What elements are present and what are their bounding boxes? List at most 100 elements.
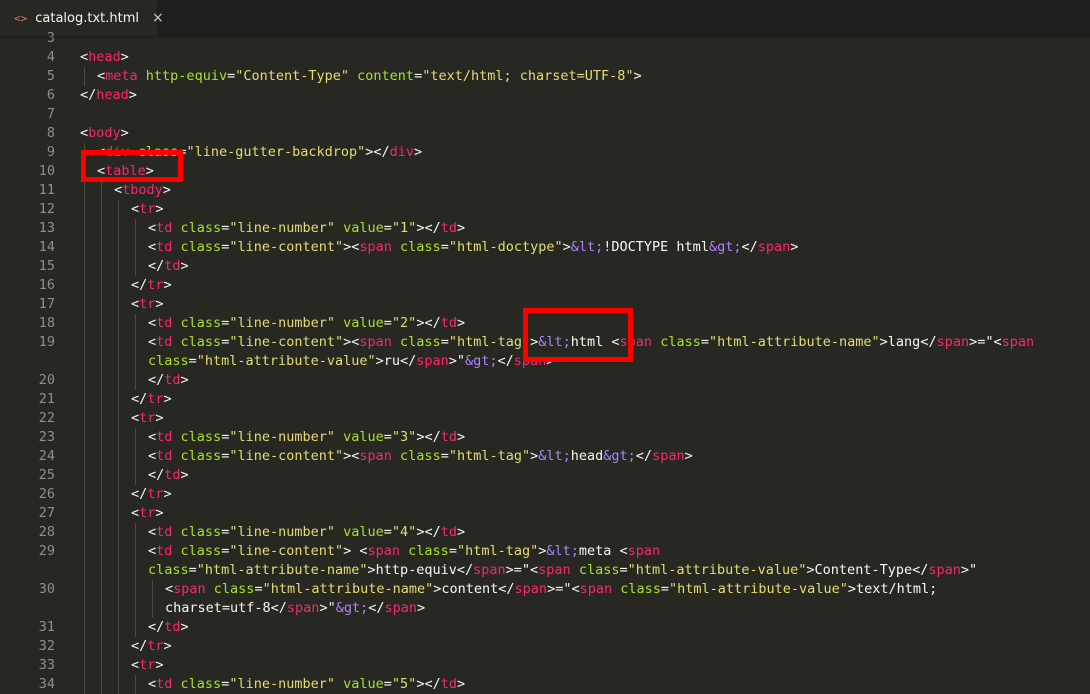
- code-token: =: [448, 543, 457, 559]
- code-token: td: [440, 220, 457, 236]
- code-token: "line-content": [229, 543, 344, 559]
- close-icon[interactable]: ×: [152, 10, 164, 26]
- code-token: =: [619, 562, 628, 578]
- code-token: &gt;: [603, 448, 636, 464]
- code-token: span: [286, 600, 320, 616]
- indent-guide: [84, 143, 85, 162]
- code-token: span: [757, 239, 791, 255]
- code-token: span: [359, 448, 392, 464]
- code-line: charset=utf-8</span>"&gt;</span>: [0, 599, 1090, 618]
- line-number: 21: [38, 391, 55, 407]
- code-token: =: [188, 353, 197, 369]
- code-token: >="<: [547, 581, 580, 597]
- code-token: >: [145, 163, 154, 179]
- code-token: body: [88, 125, 121, 141]
- line-number: 16: [38, 277, 55, 293]
- code-text: <table>: [97, 162, 154, 181]
- line-number: 6: [46, 87, 55, 103]
- code-token: span: [359, 239, 392, 255]
- indent-guide: [101, 428, 102, 447]
- code-line: 17 <tr>: [0, 295, 1090, 314]
- code-token: value: [343, 220, 384, 236]
- code-token: >: [546, 353, 555, 369]
- code-line: 29 <td class="line-content"> <span class=…: [0, 542, 1090, 561]
- code-text: <td class="line-number" value="2"></td>: [148, 314, 465, 333]
- code-token: "html-attribute-name": [708, 334, 880, 350]
- code-token: ></: [416, 220, 441, 236]
- indent-guide: [118, 390, 119, 409]
- code-token: >: [684, 448, 693, 464]
- indent-guide: [84, 219, 85, 238]
- indent-guide: [118, 656, 119, 675]
- code-token: </: [131, 486, 148, 502]
- code-token: =: [383, 524, 392, 540]
- line-number: 19: [38, 334, 55, 350]
- code-token: </: [131, 277, 148, 293]
- code-token: "line-content": [229, 239, 344, 255]
- indent-guide: [101, 352, 102, 371]
- code-token: class: [213, 581, 255, 597]
- indent-guide: [84, 447, 85, 466]
- code-token: span: [619, 334, 653, 350]
- code-line: 22 <tr>: [0, 409, 1090, 428]
- code-line: 28 <td class="line-number" value="4"></td…: [0, 523, 1090, 542]
- code-line: class="html-attribute-name">http-equiv</…: [0, 561, 1090, 580]
- code-token: =: [227, 68, 236, 84]
- code-token: class: [578, 562, 620, 578]
- indent-guide: [135, 447, 136, 466]
- code-token: >: [180, 619, 189, 635]
- code-token: td: [156, 334, 173, 350]
- code-token: class: [137, 144, 179, 160]
- code-token: "2": [391, 315, 417, 331]
- code-text: <td class="line-number" value="3"></td>: [148, 428, 465, 447]
- code-token: <: [148, 334, 157, 350]
- indent-guide: [84, 181, 85, 200]
- code-token: >": [448, 353, 466, 369]
- code-line: 8 <body>: [0, 124, 1090, 143]
- code-token: ></: [416, 676, 441, 692]
- code-token: <: [97, 144, 106, 160]
- code-token: ><: [343, 334, 360, 350]
- line-number: 30: [38, 581, 55, 597]
- code-token: >text/html;: [847, 581, 938, 597]
- code-token: "html-doctype": [448, 239, 563, 255]
- code-token: "html-attribute-value": [196, 353, 376, 369]
- indent-guide: [101, 409, 102, 428]
- line-number: 11: [38, 182, 55, 198]
- code-token: "html-tag": [448, 334, 531, 350]
- code-editor[interactable]: 34<head>5<meta http-equiv="Content-Type"…: [0, 29, 1090, 694]
- code-token: td: [156, 429, 173, 445]
- code-token: span: [416, 353, 449, 369]
- code-token: &gt;: [465, 353, 498, 369]
- code-token: >": [960, 562, 978, 578]
- indent-guide: [118, 276, 119, 295]
- code-token: div: [389, 144, 415, 160]
- code-token: td: [164, 372, 181, 388]
- indent-guide: [118, 599, 119, 618]
- indent-guide: [118, 333, 119, 352]
- code-text: <tr>: [131, 200, 164, 219]
- code-token: tr: [147, 277, 164, 293]
- indent-guide: [118, 238, 119, 257]
- indent-guide: [84, 257, 85, 276]
- line-number: 29: [38, 543, 55, 559]
- code-token: >content</: [433, 581, 515, 597]
- indent-guide: [84, 409, 85, 428]
- code-token: "line-number": [229, 429, 335, 445]
- indent-guide: [118, 447, 119, 466]
- code-token: >ru</: [375, 353, 417, 369]
- code-text: </td>: [148, 371, 189, 390]
- code-token: <: [114, 182, 123, 198]
- code-token: =: [700, 334, 709, 350]
- indent-guide: [118, 371, 119, 390]
